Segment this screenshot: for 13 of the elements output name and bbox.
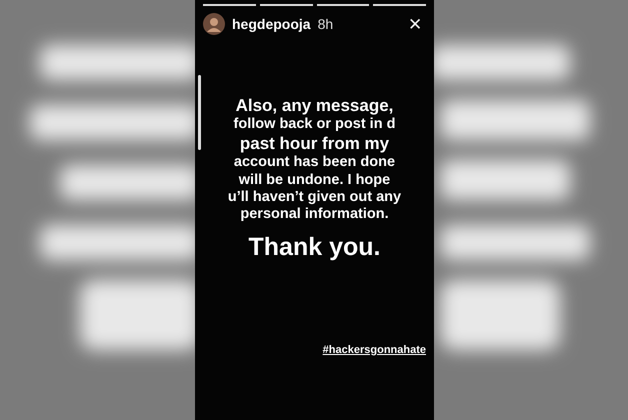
story-heading: Thank you. [248,232,380,262]
username[interactable]: hegdepooja [232,14,311,34]
story-text-line: personal information. [240,206,389,224]
story-text-line: u’ll haven’t given out any [228,188,402,206]
story-text-line: Also, any message, [236,96,394,116]
avatar[interactable] [203,13,225,35]
story-text-line: past hour from my [240,134,390,154]
hashtag[interactable]: #hackersgonnahate [322,342,426,358]
post-time: 8h [318,14,334,34]
story-text-line: account has been done [234,154,396,172]
story-text-line: will be undone. I hope [238,172,390,189]
close-button[interactable]: ✕ [408,16,422,32]
story-text-line: follow back or post in d [234,116,396,134]
